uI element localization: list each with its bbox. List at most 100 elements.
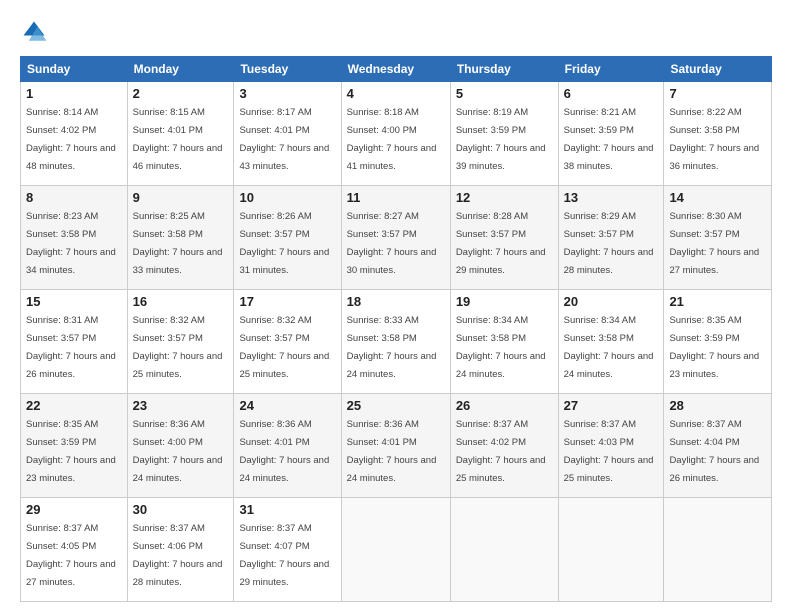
calendar-day-cell: 20 Sunrise: 8:34 AMSunset: 3:58 PMDaylig…: [558, 290, 664, 394]
day-number: 20: [564, 294, 659, 309]
calendar-day-cell: [558, 498, 664, 602]
day-number: 17: [239, 294, 335, 309]
calendar-day-cell: 19 Sunrise: 8:34 AMSunset: 3:58 PMDaylig…: [450, 290, 558, 394]
calendar-day-cell: 14 Sunrise: 8:30 AMSunset: 3:57 PMDaylig…: [664, 186, 772, 290]
day-number: 28: [669, 398, 766, 413]
day-info: Sunrise: 8:30 AMSunset: 3:57 PMDaylight:…: [669, 211, 759, 276]
calendar-day-cell: 1 Sunrise: 8:14 AMSunset: 4:02 PMDayligh…: [21, 82, 128, 186]
day-number: 25: [347, 398, 445, 413]
day-number: 10: [239, 190, 335, 205]
day-number: 12: [456, 190, 553, 205]
day-number: 26: [456, 398, 553, 413]
day-info: Sunrise: 8:37 AMSunset: 4:07 PMDaylight:…: [239, 523, 329, 588]
day-info: Sunrise: 8:37 AMSunset: 4:04 PMDaylight:…: [669, 419, 759, 484]
calendar-day-cell: 18 Sunrise: 8:33 AMSunset: 3:58 PMDaylig…: [341, 290, 450, 394]
calendar-day-cell: 15 Sunrise: 8:31 AMSunset: 3:57 PMDaylig…: [21, 290, 128, 394]
day-info: Sunrise: 8:23 AMSunset: 3:58 PMDaylight:…: [26, 211, 116, 276]
day-info: Sunrise: 8:35 AMSunset: 3:59 PMDaylight:…: [669, 315, 759, 380]
day-number: 8: [26, 190, 122, 205]
calendar-day-cell: 8 Sunrise: 8:23 AMSunset: 3:58 PMDayligh…: [21, 186, 128, 290]
header-thursday: Thursday: [450, 57, 558, 82]
day-number: 14: [669, 190, 766, 205]
calendar-day-cell: 10 Sunrise: 8:26 AMSunset: 3:57 PMDaylig…: [234, 186, 341, 290]
day-info: Sunrise: 8:17 AMSunset: 4:01 PMDaylight:…: [239, 107, 329, 172]
day-info: Sunrise: 8:36 AMSunset: 4:01 PMDaylight:…: [347, 419, 437, 484]
day-info: Sunrise: 8:26 AMSunset: 3:57 PMDaylight:…: [239, 211, 329, 276]
day-number: 30: [133, 502, 229, 517]
calendar-day-cell: 5 Sunrise: 8:19 AMSunset: 3:59 PMDayligh…: [450, 82, 558, 186]
day-info: Sunrise: 8:36 AMSunset: 4:00 PMDaylight:…: [133, 419, 223, 484]
day-number: 18: [347, 294, 445, 309]
day-info: Sunrise: 8:37 AMSunset: 4:06 PMDaylight:…: [133, 523, 223, 588]
calendar-day-cell: 30 Sunrise: 8:37 AMSunset: 4:06 PMDaylig…: [127, 498, 234, 602]
day-info: Sunrise: 8:34 AMSunset: 3:58 PMDaylight:…: [564, 315, 654, 380]
day-number: 13: [564, 190, 659, 205]
day-number: 1: [26, 86, 122, 101]
logo: [20, 18, 52, 46]
day-number: 3: [239, 86, 335, 101]
header-sunday: Sunday: [21, 57, 128, 82]
day-info: Sunrise: 8:14 AMSunset: 4:02 PMDaylight:…: [26, 107, 116, 172]
day-info: Sunrise: 8:37 AMSunset: 4:05 PMDaylight:…: [26, 523, 116, 588]
day-number: 9: [133, 190, 229, 205]
header-saturday: Saturday: [664, 57, 772, 82]
calendar-day-cell: [664, 498, 772, 602]
day-number: 4: [347, 86, 445, 101]
day-info: Sunrise: 8:25 AMSunset: 3:58 PMDaylight:…: [133, 211, 223, 276]
calendar-day-cell: 11 Sunrise: 8:27 AMSunset: 3:57 PMDaylig…: [341, 186, 450, 290]
calendar-day-cell: 26 Sunrise: 8:37 AMSunset: 4:02 PMDaylig…: [450, 394, 558, 498]
calendar-day-cell: 2 Sunrise: 8:15 AMSunset: 4:01 PMDayligh…: [127, 82, 234, 186]
calendar-day-cell: [341, 498, 450, 602]
calendar-day-cell: 6 Sunrise: 8:21 AMSunset: 3:59 PMDayligh…: [558, 82, 664, 186]
calendar-day-cell: 25 Sunrise: 8:36 AMSunset: 4:01 PMDaylig…: [341, 394, 450, 498]
day-number: 16: [133, 294, 229, 309]
day-info: Sunrise: 8:15 AMSunset: 4:01 PMDaylight:…: [133, 107, 223, 172]
day-number: 27: [564, 398, 659, 413]
day-number: 6: [564, 86, 659, 101]
day-info: Sunrise: 8:32 AMSunset: 3:57 PMDaylight:…: [133, 315, 223, 380]
calendar-day-cell: 21 Sunrise: 8:35 AMSunset: 3:59 PMDaylig…: [664, 290, 772, 394]
header-wednesday: Wednesday: [341, 57, 450, 82]
day-info: Sunrise: 8:35 AMSunset: 3:59 PMDaylight:…: [26, 419, 116, 484]
calendar-week-row: 22 Sunrise: 8:35 AMSunset: 3:59 PMDaylig…: [21, 394, 772, 498]
day-number: 21: [669, 294, 766, 309]
calendar-week-row: 8 Sunrise: 8:23 AMSunset: 3:58 PMDayligh…: [21, 186, 772, 290]
calendar-day-cell: 12 Sunrise: 8:28 AMSunset: 3:57 PMDaylig…: [450, 186, 558, 290]
day-number: 29: [26, 502, 122, 517]
header: [20, 18, 772, 46]
calendar-day-cell: [450, 498, 558, 602]
day-number: 24: [239, 398, 335, 413]
day-number: 22: [26, 398, 122, 413]
logo-icon: [20, 18, 48, 46]
calendar-day-cell: 27 Sunrise: 8:37 AMSunset: 4:03 PMDaylig…: [558, 394, 664, 498]
day-number: 7: [669, 86, 766, 101]
day-number: 23: [133, 398, 229, 413]
calendar-day-cell: 3 Sunrise: 8:17 AMSunset: 4:01 PMDayligh…: [234, 82, 341, 186]
calendar-day-cell: 4 Sunrise: 8:18 AMSunset: 4:00 PMDayligh…: [341, 82, 450, 186]
day-number: 31: [239, 502, 335, 517]
day-info: Sunrise: 8:33 AMSunset: 3:58 PMDaylight:…: [347, 315, 437, 380]
day-info: Sunrise: 8:22 AMSunset: 3:58 PMDaylight:…: [669, 107, 759, 172]
day-number: 2: [133, 86, 229, 101]
day-info: Sunrise: 8:36 AMSunset: 4:01 PMDaylight:…: [239, 419, 329, 484]
calendar-day-cell: 13 Sunrise: 8:29 AMSunset: 3:57 PMDaylig…: [558, 186, 664, 290]
day-info: Sunrise: 8:32 AMSunset: 3:57 PMDaylight:…: [239, 315, 329, 380]
day-info: Sunrise: 8:27 AMSunset: 3:57 PMDaylight:…: [347, 211, 437, 276]
day-info: Sunrise: 8:21 AMSunset: 3:59 PMDaylight:…: [564, 107, 654, 172]
calendar-day-cell: 24 Sunrise: 8:36 AMSunset: 4:01 PMDaylig…: [234, 394, 341, 498]
calendar-week-row: 29 Sunrise: 8:37 AMSunset: 4:05 PMDaylig…: [21, 498, 772, 602]
day-info: Sunrise: 8:18 AMSunset: 4:00 PMDaylight:…: [347, 107, 437, 172]
day-info: Sunrise: 8:31 AMSunset: 3:57 PMDaylight:…: [26, 315, 116, 380]
calendar-day-cell: 29 Sunrise: 8:37 AMSunset: 4:05 PMDaylig…: [21, 498, 128, 602]
day-info: Sunrise: 8:37 AMSunset: 4:02 PMDaylight:…: [456, 419, 546, 484]
page: Sunday Monday Tuesday Wednesday Thursday…: [0, 0, 792, 612]
calendar-table: Sunday Monday Tuesday Wednesday Thursday…: [20, 56, 772, 602]
day-number: 5: [456, 86, 553, 101]
header-tuesday: Tuesday: [234, 57, 341, 82]
day-number: 11: [347, 190, 445, 205]
header-monday: Monday: [127, 57, 234, 82]
calendar-day-cell: 31 Sunrise: 8:37 AMSunset: 4:07 PMDaylig…: [234, 498, 341, 602]
header-friday: Friday: [558, 57, 664, 82]
calendar-day-cell: 28 Sunrise: 8:37 AMSunset: 4:04 PMDaylig…: [664, 394, 772, 498]
day-info: Sunrise: 8:34 AMSunset: 3:58 PMDaylight:…: [456, 315, 546, 380]
